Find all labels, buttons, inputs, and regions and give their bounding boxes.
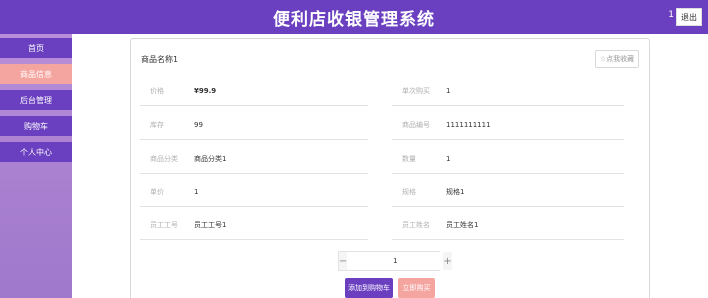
field-value: 规格1: [446, 187, 465, 196]
field-label: 员工工号: [150, 220, 178, 229]
field-unit-price: 单价 1: [140, 177, 368, 207]
field-value: 1: [446, 154, 451, 163]
logout-button[interactable]: 退出: [676, 8, 702, 26]
field-value: 员工工号1: [194, 220, 227, 229]
field-category: 商品分类 商品分类1: [140, 144, 368, 174]
field-spec: 规格 规格1: [392, 177, 624, 207]
field-price: 价格 ¥99.9: [140, 76, 368, 106]
product-name: 商品名称1: [141, 55, 179, 64]
field-label: 库存: [150, 120, 164, 129]
username: 1: [668, 10, 674, 20]
sidebar-item-profile[interactable]: 个人中心: [0, 142, 72, 162]
field-label: 单次购买: [402, 86, 430, 95]
buy-now-button[interactable]: 立即购买: [398, 278, 435, 298]
quantity-input[interactable]: [347, 252, 444, 270]
field-value: 1: [194, 187, 199, 196]
quantity-stepper: − +: [338, 251, 452, 271]
field-purchase-limit: 单次购买 1: [392, 76, 624, 106]
sidebar: 首页 商品信息 后台管理 购物车 个人中心: [0, 34, 72, 298]
field-value: 员工姓名1: [446, 220, 479, 229]
field-label: 员工姓名: [402, 220, 430, 229]
field-staff-id: 员工工号 员工工号1: [140, 210, 368, 240]
add-to-cart-button[interactable]: 添加到购物车: [345, 278, 393, 298]
increment-button[interactable]: +: [443, 252, 452, 270]
app-title: 便利店收银管理系统: [273, 9, 435, 30]
field-value: ¥99.9: [194, 86, 217, 95]
sidebar-item-home[interactable]: 首页: [0, 38, 72, 58]
field-value: 1: [446, 86, 451, 95]
sidebar-item-cart[interactable]: 购物车: [0, 116, 72, 136]
decrement-button[interactable]: −: [339, 252, 348, 270]
sidebar-item-admin[interactable]: 后台管理: [0, 90, 72, 110]
field-product-code: 商品编号 1111111111: [392, 110, 624, 140]
field-value: 99: [194, 120, 203, 129]
field-quantity: 数量 1: [392, 144, 624, 174]
field-label: 单价: [150, 187, 164, 196]
field-value: 1111111111: [446, 120, 491, 129]
field-staff-name: 员工姓名 员工姓名1: [392, 210, 624, 240]
field-stock: 库存 99: [140, 110, 368, 140]
sidebar-item-products[interactable]: 商品信息: [0, 64, 72, 84]
field-label: 数量: [402, 154, 416, 163]
favorite-button[interactable]: ☆点我收藏: [595, 50, 639, 68]
field-label: 规格: [402, 187, 416, 196]
field-label: 价格: [150, 86, 164, 95]
app-header: 便利店收银管理系统 1 退出: [0, 0, 708, 34]
field-value: 商品分类1: [194, 154, 227, 163]
field-label: 商品分类: [150, 154, 178, 163]
field-label: 商品编号: [402, 120, 430, 129]
